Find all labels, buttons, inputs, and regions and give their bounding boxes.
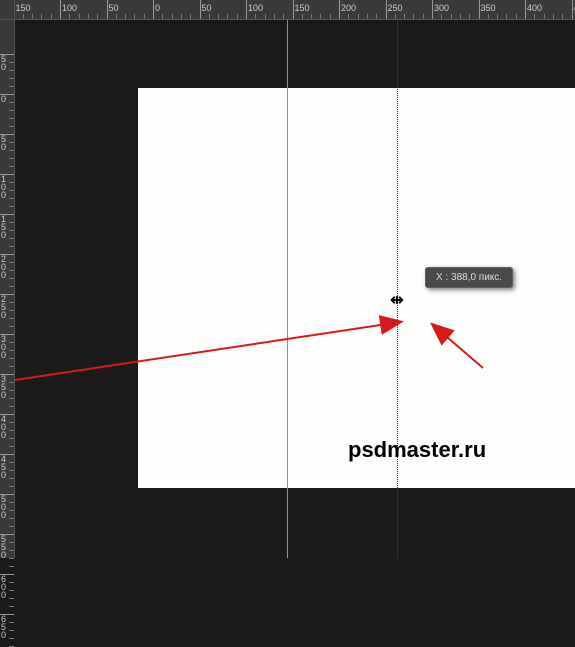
ruler-v-label: 250: [1, 295, 9, 319]
vertical-guide-dragging[interactable]: [397, 20, 398, 558]
ruler-corner: [0, 0, 15, 20]
ruler-h-tick: [200, 0, 201, 19]
position-tooltip: X : 388,0 пикс.: [425, 267, 513, 288]
ruler-h-label: 250: [388, 3, 403, 13]
ruler-h-tick: [479, 0, 480, 19]
ruler-v-label: 500: [1, 495, 9, 519]
ruler-v-label: 300: [1, 335, 9, 359]
ruler-h-tick: [60, 0, 61, 19]
ruler-v-label: 600: [1, 575, 9, 599]
ruler-h-tick: [572, 0, 573, 19]
move-guide-cursor-icon: ⇹: [390, 290, 403, 310]
ruler-h-label: 50: [202, 3, 212, 13]
ruler-h-label: 150: [295, 3, 310, 13]
ruler-h-label: 400: [527, 3, 542, 13]
ruler-v-label: 350: [1, 375, 9, 399]
ruler-h-label: 100: [62, 3, 77, 13]
ruler-h-label: 150: [16, 3, 31, 13]
watermark-text: psdmaster.ru: [348, 437, 486, 463]
ruler-h-label: 50: [109, 3, 119, 13]
ruler-v-label: 100: [1, 175, 9, 199]
ruler-h-label: 350: [481, 3, 496, 13]
ruler-h-tick: [339, 0, 340, 19]
ruler-h-label: 0: [155, 3, 160, 13]
ruler-v-label: 50: [1, 135, 9, 151]
ruler-v-label: 0: [1, 95, 9, 103]
tooltip-text: X : 388,0 пикс.: [436, 272, 502, 283]
ruler-h-tick: [246, 0, 247, 19]
ruler-v-label: 50: [1, 55, 9, 71]
ruler-v-label: 450: [1, 455, 9, 479]
ruler-v-label: 550: [1, 535, 9, 559]
ruler-h-tick: [153, 0, 154, 19]
ruler-h-label: 100: [248, 3, 263, 13]
vertical-ruler[interactable]: 5005010015020025030035040045050055060065…: [0, 20, 15, 558]
ruler-v-label: 200: [1, 255, 9, 279]
ruler-h-label: 300: [434, 3, 449, 13]
document-canvas[interactable]: [138, 88, 575, 488]
ruler-h-tick: [386, 0, 387, 19]
ruler-h-tick: [432, 0, 433, 19]
ruler-v-label: 650: [1, 615, 9, 639]
horizontal-ruler[interactable]: 1501005005010015020025030035040045050055…: [15, 0, 575, 20]
ruler-h-tick: [293, 0, 294, 19]
ruler-h-tick: [525, 0, 526, 19]
ruler-h-label: 200: [341, 3, 356, 13]
ruler-v-label: 400: [1, 415, 9, 439]
ruler-v-label: 150: [1, 215, 9, 239]
ruler-h-tick: [107, 0, 108, 19]
canvas-area[interactable]: ⇹ X : 388,0 пикс. psdmaster.ru: [15, 20, 575, 558]
vertical-guide-orange[interactable]: [287, 20, 288, 558]
